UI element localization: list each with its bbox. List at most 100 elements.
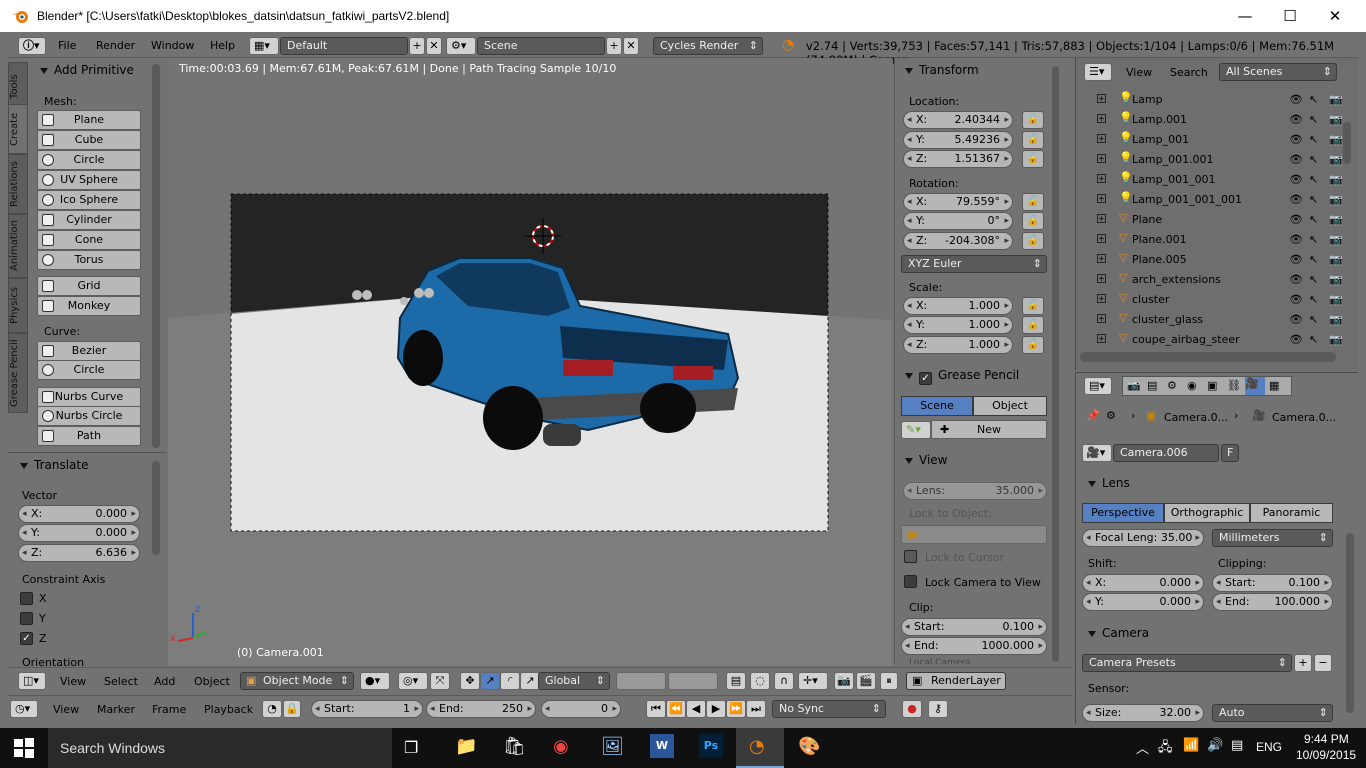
location-y-field[interactable]: Y: 5.49236 [903, 131, 1013, 149]
render-camera-icon[interactable]: 📷 [1329, 253, 1343, 266]
outliner-item[interactable]: + 💡 Lamp_001_001_001 👁 ↖ 📷 [1085, 190, 1343, 210]
visibility-eye-icon[interactable]: 👁 [1289, 153, 1303, 166]
visibility-eye-icon[interactable]: 👁 [1289, 233, 1303, 246]
start-frame-field[interactable]: Start: 1 [311, 700, 423, 718]
selectability-cursor-icon[interactable]: ↖ [1309, 113, 1318, 126]
add-scene-button[interactable]: + [606, 37, 622, 55]
visibility-eye-icon[interactable]: 👁 [1289, 193, 1303, 206]
proportional-edit-icon[interactable]: ◌ [750, 672, 770, 690]
visibility-eye-icon[interactable]: 👁 [1289, 253, 1303, 266]
language-indicator[interactable]: ENG [1256, 740, 1282, 754]
outliner-item[interactable]: + ▽ Plane.001 👁 ↖ 📷 [1085, 230, 1343, 250]
manipulator-toggle-icon[interactable]: ⤧ [430, 672, 450, 690]
pivot-point-dropdown[interactable]: ◎▾ [398, 672, 428, 690]
clock-time[interactable]: 9:44 PM [1304, 732, 1349, 746]
opengl-animation-icon[interactable]: 🎬 [856, 672, 876, 690]
translate-header[interactable]: Translate [20, 458, 89, 472]
sidebar-scrollbar[interactable] [1052, 66, 1059, 662]
tab-animation[interactable]: Animation [8, 214, 28, 278]
file-explorer-icon[interactable]: 📁 [455, 736, 477, 757]
outliner-item[interactable]: + ▽ cluster_glass 👁 ↖ 📷 [1085, 310, 1343, 330]
selectability-cursor-icon[interactable]: ↖ [1309, 313, 1318, 326]
layer-buttons-b[interactable] [668, 672, 718, 690]
windows-start-icon[interactable] [12, 736, 36, 760]
lock-rotation-y-icon[interactable]: 🔓 [1022, 212, 1044, 230]
object-tab-icon[interactable]: ▣ [1207, 379, 1217, 392]
view-header[interactable]: View [905, 453, 947, 467]
timeline-editor-type-button[interactable]: ◷▾ [10, 700, 38, 718]
rotation-x-field[interactable]: X: 79.559° [903, 193, 1013, 211]
expand-icon[interactable]: + [1097, 274, 1106, 283]
expand-icon[interactable]: + [1097, 294, 1106, 303]
play-icon[interactable]: ▶ [706, 700, 726, 718]
constraint-x-checkbox[interactable] [20, 592, 33, 605]
outliner-hscrollbar[interactable] [1080, 352, 1336, 362]
layout-name-field[interactable]: Default [280, 37, 408, 55]
translate-manipulator-icon[interactable]: ✥ [460, 672, 480, 690]
task-view-icon[interactable]: ❐ [404, 738, 418, 757]
store-icon[interactable]: 🛍 [503, 736, 526, 757]
outliner-menu-view[interactable]: View [1126, 66, 1152, 79]
timeline-menu-frame[interactable]: Frame [152, 703, 186, 716]
menu-file[interactable]: File [58, 39, 76, 52]
lens-section-header[interactable]: Lens [1088, 476, 1130, 490]
add-primitive-header[interactable]: Add Primitive [40, 63, 134, 77]
transform-orientation-dropdown[interactable]: Global ⇕ [538, 672, 610, 690]
expand-icon[interactable]: + [1097, 114, 1106, 123]
add-plane-button[interactable]: Plane [37, 110, 141, 130]
scene-tab-icon[interactable]: ⚙ [1167, 379, 1177, 392]
timeline-menu-view[interactable]: View [53, 703, 79, 716]
rotation-z-field[interactable]: Z: -204.308° [903, 232, 1013, 250]
menu-render[interactable]: Render [96, 39, 135, 52]
network-icon[interactable]: 🖧 [1158, 738, 1173, 760]
scale-z-field[interactable]: Z: 1.000 [903, 336, 1013, 354]
show-hidden-icons-icon[interactable]: ︿ [1136, 738, 1149, 757]
sync-mode-dropdown[interactable]: No Sync ⇕ [772, 700, 886, 718]
pencil-selector-button[interactable]: ✎▾ [901, 421, 931, 439]
constraints-tab-icon[interactable]: ⛓ [1227, 379, 1241, 392]
constraint-z-checkbox[interactable]: ✓ [20, 632, 33, 645]
focal-length-field[interactable]: Focal Leng: 35.00 [1082, 529, 1204, 547]
transform-icon[interactable]: ↗ [520, 672, 540, 690]
lock-scale-x-icon[interactable]: 🔓 [1022, 297, 1044, 315]
lock-object-field[interactable]: ▣ [901, 525, 1047, 544]
selectability-cursor-icon[interactable]: ↖ [1309, 253, 1318, 266]
world-tab-icon[interactable]: ◉ [1187, 379, 1197, 392]
constraint-y-checkbox[interactable] [20, 612, 33, 625]
tab-physics[interactable]: Physics [8, 278, 28, 333]
selectability-cursor-icon[interactable]: ↖ [1309, 173, 1318, 186]
end-frame-field[interactable]: End: 250 [426, 700, 536, 718]
render-tab-icon[interactable]: 📷 [1127, 379, 1141, 392]
location-z-field[interactable]: Z: 1.51367 [903, 150, 1013, 168]
tab-relations[interactable]: Relations [8, 154, 28, 214]
clipping-start-field[interactable]: Start: 0.100 [1212, 574, 1333, 592]
timeline-menu-playback[interactable]: Playback [204, 703, 253, 716]
clipping-end-field[interactable]: End: 100.000 [1212, 593, 1333, 611]
selectability-cursor-icon[interactable]: ↖ [1309, 273, 1318, 286]
expand-icon[interactable]: + [1097, 94, 1106, 103]
expand-icon[interactable]: + [1097, 214, 1106, 223]
properties-scrollbar[interactable] [1346, 533, 1354, 713]
rotation-mode-dropdown[interactable]: XYZ Euler ⇕ [901, 255, 1047, 273]
visibility-eye-icon[interactable]: 👁 [1289, 273, 1303, 286]
outliner-item[interactable]: + 💡 Lamp_001 👁 ↖ 📷 [1085, 130, 1343, 150]
add-bezier-button[interactable]: Bezier [37, 341, 141, 361]
jump-end-icon[interactable]: ⏭ [746, 700, 766, 718]
panoramic-tab[interactable]: Panoramic [1250, 503, 1333, 523]
add-circle-button[interactable]: Circle [37, 150, 141, 170]
word-icon[interactable]: W [650, 734, 674, 758]
scale-y-field[interactable]: Y: 1.000 [903, 316, 1013, 334]
selectability-cursor-icon[interactable]: ↖ [1309, 93, 1318, 106]
pin-icon[interactable]: 📌 [1086, 409, 1100, 422]
camera-data-tab-icon[interactable]: 🎥 [1245, 377, 1265, 395]
selectability-cursor-icon[interactable]: ↖ [1309, 293, 1318, 306]
selectability-cursor-icon[interactable]: ↖ [1309, 333, 1318, 346]
rotate-manipulator-icon[interactable]: ↗ [480, 672, 500, 690]
render-engine-dropdown[interactable]: Cycles Render ⇕ [653, 37, 763, 55]
outliner-editor-type-button[interactable]: ☰▾ [1084, 63, 1112, 81]
sensor-fit-dropdown[interactable]: Auto ⇕ [1212, 704, 1333, 722]
close-button[interactable]: ✕ [1320, 6, 1350, 26]
expand-icon[interactable]: + [1097, 314, 1106, 323]
lens-unit-dropdown[interactable]: Millimeters ⇕ [1212, 529, 1333, 547]
auto-keying-record-icon[interactable]: ● [902, 700, 922, 718]
